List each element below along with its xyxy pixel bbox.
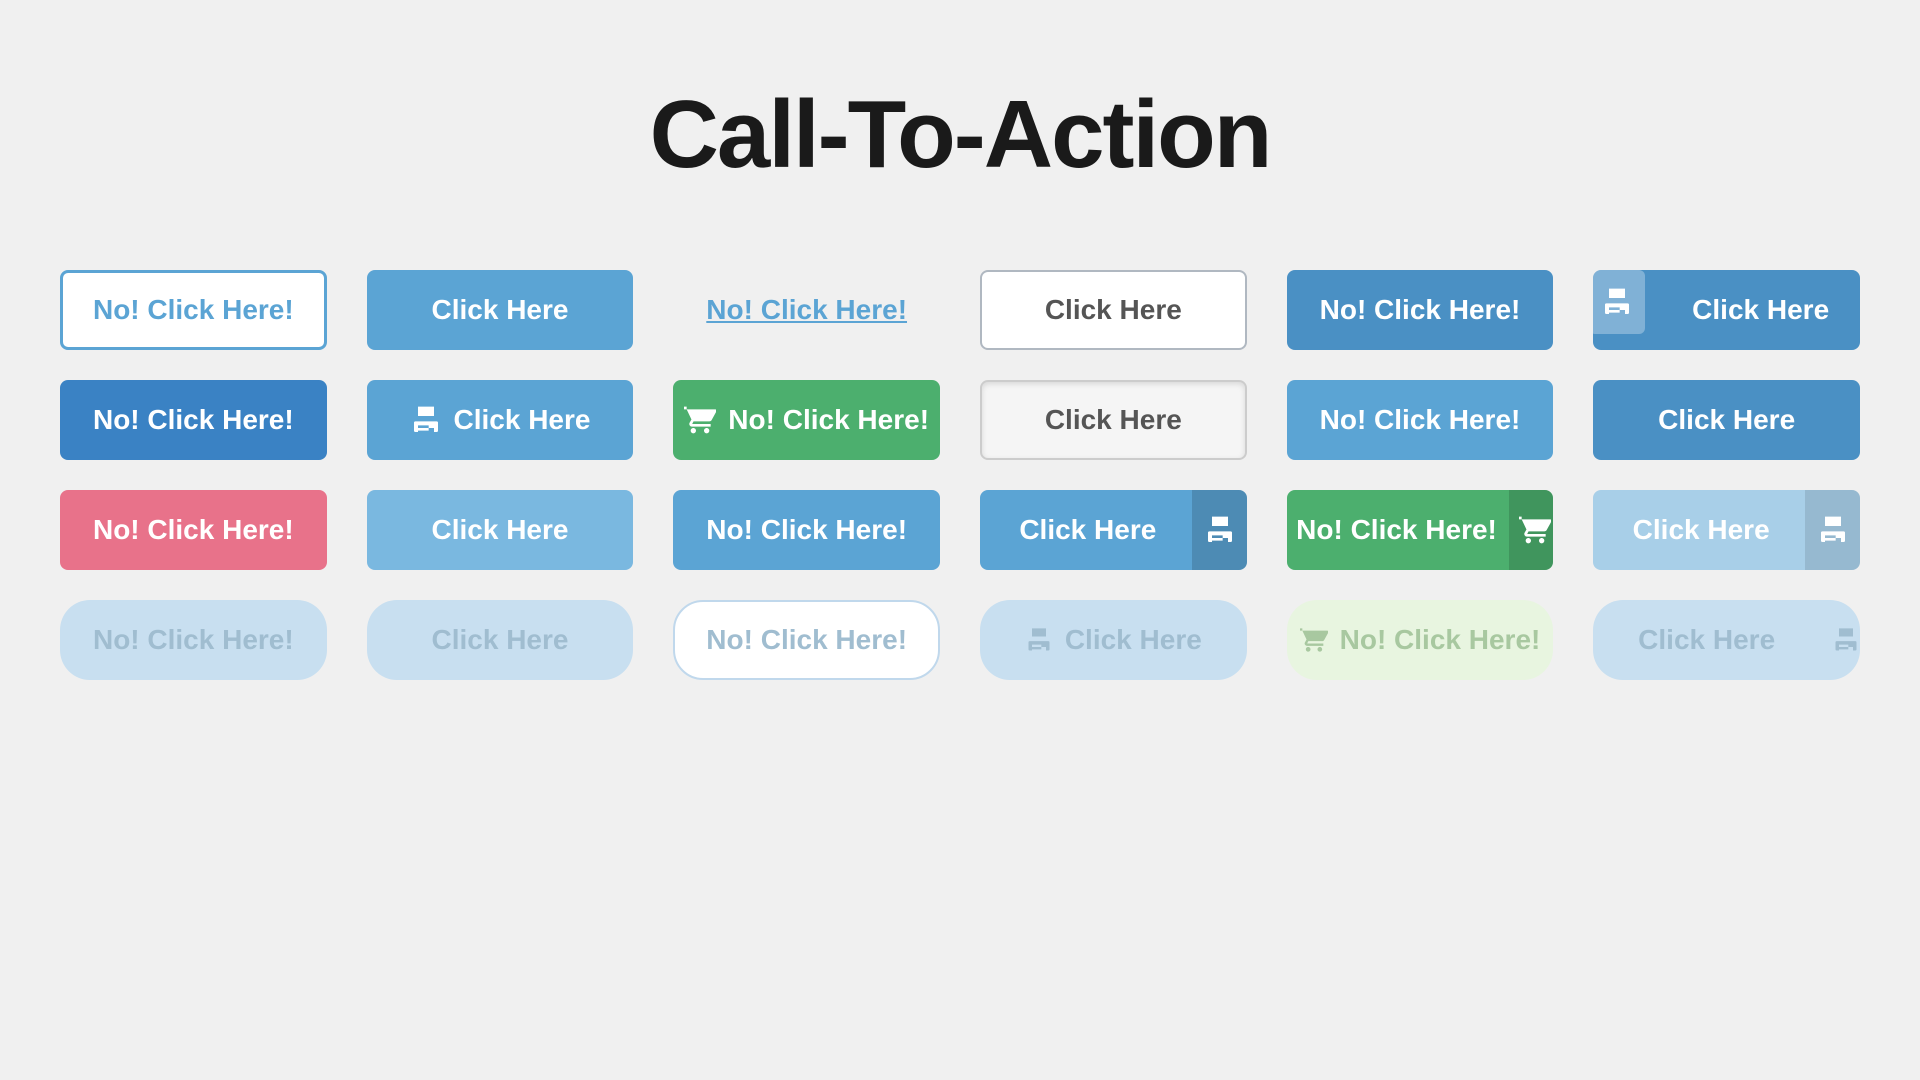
btn-solid-blue-icon-left-click[interactable]: Click Here <box>1593 270 1860 350</box>
cart-icon-box-right <box>1509 490 1553 570</box>
btn-label: Click Here <box>432 514 569 546</box>
btn-label: No! Click Here! <box>1340 624 1541 656</box>
btn-blue-light-click[interactable]: Click Here <box>367 490 634 570</box>
print-icon-faded-2 <box>1832 626 1860 654</box>
btn-faded-icon-click: Click Here <box>980 600 1247 680</box>
btn-solid-blue-print-click[interactable]: Click Here <box>367 380 634 460</box>
btn-label: No! Click Here! <box>728 404 929 436</box>
btn-label: Click Here <box>454 404 591 436</box>
btn-outline-gray-click[interactable]: Click Here <box>980 270 1247 350</box>
btn-blue-print-right-click[interactable]: Click Here <box>980 490 1247 570</box>
btn-green-cart-right-no-click[interactable]: No! Click Here! <box>1287 490 1554 570</box>
print-icon-2 <box>410 404 442 436</box>
btn-label: Click Here <box>1065 624 1202 656</box>
print-icon <box>1601 286 1633 318</box>
cart-icon-faded <box>1300 626 1328 654</box>
button-grid: No! Click Here! Click Here No! Click Her… <box>0 250 1920 740</box>
btn-label: No! Click Here! <box>1320 294 1521 326</box>
btn-label: No! Click Here! <box>1287 514 1497 546</box>
btn-faded-no-click: No! Click Here! <box>60 600 327 680</box>
cart-icon-2 <box>1519 514 1551 546</box>
btn-faded-right-click: Click Here <box>1593 600 1860 680</box>
cart-icon <box>684 404 716 436</box>
btn-label: No! Click Here! <box>706 514 907 546</box>
btn-label: Click Here <box>1661 294 1860 326</box>
page-title: Call-To-Action <box>0 0 1920 250</box>
btn-label: No! Click Here! <box>93 514 294 546</box>
btn-faded-cart-no-click: No! Click Here! <box>1287 600 1554 680</box>
btn-label: Click Here <box>1658 404 1795 436</box>
btn-label: No! Click Here! <box>706 624 907 656</box>
print-icon-box-right <box>1192 490 1247 570</box>
btn-label: No! Click Here! <box>93 294 294 326</box>
btn-pink-no-click[interactable]: No! Click Here! <box>60 490 327 570</box>
btn-blue-med-no-click[interactable]: No! Click Here! <box>673 490 940 570</box>
btn-label: Click Here <box>1593 514 1793 546</box>
btn-label: No! Click Here! <box>93 624 294 656</box>
btn-label: No! Click Here! <box>93 404 294 436</box>
btn-solid-blue-mid-no-click[interactable]: No! Click Here! <box>1287 380 1554 460</box>
print-icon-box <box>1593 270 1645 334</box>
btn-outline-blue-no-click[interactable]: No! Click Here! <box>60 270 327 350</box>
btn-label: Click Here <box>1593 624 1820 656</box>
print-icon-4 <box>1817 514 1849 546</box>
btn-label: Click Here <box>432 294 569 326</box>
btn-solid-blue-bright-no-click[interactable]: No! Click Here! <box>60 380 327 460</box>
btn-label: No! Click Here! <box>706 294 907 326</box>
btn-faded-outline-no-click: No! Click Here! <box>673 600 940 680</box>
btn-green-cart-no-click[interactable]: No! Click Here! <box>673 380 940 460</box>
btn-solid-blue-dark-no-click[interactable]: No! Click Here! <box>1287 270 1554 350</box>
print-icon-box-faded <box>1805 490 1860 570</box>
btn-label: Click Here <box>1045 294 1182 326</box>
btn-label: No! Click Here! <box>1320 404 1521 436</box>
btn-solid-blue-click[interactable]: Click Here <box>367 270 634 350</box>
btn-faded-click: Click Here <box>367 600 634 680</box>
btn-solid-blue-right-click[interactable]: Click Here <box>1593 380 1860 460</box>
btn-blue-faded-click[interactable]: Click Here <box>1593 490 1860 570</box>
btn-label: Click Here <box>432 624 569 656</box>
btn-label: Click Here <box>980 514 1180 546</box>
btn-label: Click Here <box>1045 404 1182 436</box>
btn-outline-shadow-click[interactable]: Click Here <box>980 380 1247 460</box>
print-icon-3 <box>1204 514 1236 546</box>
print-icon-faded <box>1025 626 1053 654</box>
btn-link-blue-no-click[interactable]: No! Click Here! <box>673 270 940 350</box>
